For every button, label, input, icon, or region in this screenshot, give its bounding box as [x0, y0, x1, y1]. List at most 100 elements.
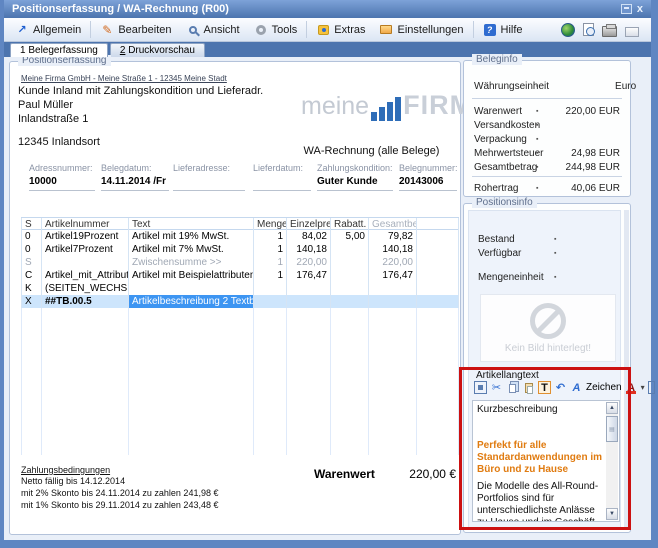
payment-heading: Zahlungsbedingungen: [21, 465, 218, 475]
payment-line: mit 1% Skonto bis 29.11.2014 zu zahlen 2…: [21, 499, 218, 511]
restore-icon[interactable]: [621, 4, 632, 14]
no-image-text: Kein Bild hinterlegt!: [481, 343, 615, 354]
menu-label-tools: Tools: [272, 24, 298, 36]
text-block-icon[interactable]: T: [538, 381, 551, 394]
field-belegnummer[interactable]: Belegnummer: 20143006: [399, 163, 457, 191]
table-row[interactable]: CArtikel_mit_AttributenArtikel mit Beisp…: [21, 269, 459, 282]
groupbox-label: Positionsinfo: [472, 197, 537, 208]
beleginfo-groupbox: Beleginfo Währungseinheit ▪ Euro Warenwe…: [463, 60, 631, 197]
close-icon[interactable]: x: [637, 4, 643, 14]
folder-icon: [379, 23, 393, 36]
menu-ansicht[interactable]: Ansicht: [179, 21, 247, 38]
cut-icon[interactable]: ✂: [490, 381, 503, 394]
field-lieferadresse[interactable]: Lieferadresse:: [173, 163, 245, 191]
globe-icon[interactable]: [561, 23, 575, 37]
mail-icon[interactable]: [625, 27, 639, 37]
arrow-up-right-icon: ↗: [15, 23, 29, 36]
selected-cell: Artikelbeschreibung 2 Textbaustein: [129, 295, 254, 308]
menu-divider: [90, 21, 91, 38]
article-image-placeholder: Kein Bild hinterlegt!: [480, 294, 616, 362]
field-belegdatum[interactable]: Belegdatum: 14.11.2014 /Fr: [101, 163, 169, 191]
address-line: Kunde Inland mit Zahlungskondition und L…: [18, 84, 263, 98]
tab-belegerfassung[interactable]: 1 Belegerfassung: [10, 43, 108, 57]
table-header-row: S Artikelnummer Text Menge Einzelpreis R…: [21, 217, 459, 230]
field-adressnummer[interactable]: Adressnummer: 10000: [29, 163, 95, 191]
table-empty-area: [21, 308, 459, 455]
scroll-down-button[interactable]: ▼: [606, 508, 618, 520]
gear-icon: [254, 23, 268, 36]
beleginfo-row-rohertrag: Rohertrag▪ 40,06 EUR: [474, 183, 620, 194]
payment-line: Netto fällig bis 14.12.2014: [21, 475, 218, 487]
positionsinfo-row: Verfügbar ▪: [478, 248, 616, 259]
langtext-paragraph: Kurzbeschreibung: [477, 404, 603, 416]
font-color-icon[interactable]: A: [625, 381, 638, 394]
menu-divider: [306, 21, 307, 38]
menu-bearbeiten[interactable]: ✎ Bearbeiten: [93, 21, 178, 38]
chevron-down-icon[interactable]: ▾: [641, 383, 645, 392]
sender-line: Meine Firma GmbH - Meine Straße 1 - 1234…: [21, 74, 227, 83]
menu-hilfe[interactable]: ? Hilfe: [476, 21, 530, 38]
menu-einstellungen[interactable]: Einstellungen: [372, 21, 470, 38]
bullet-icon: ▪: [536, 136, 538, 143]
menu-label-allgemein: Allgemein: [33, 24, 81, 36]
table-row[interactable]: 0Artikel19ProzentArtikel mit 19% MwSt. 1…: [21, 230, 459, 243]
clipped-toolbar-icon[interactable]: [648, 381, 655, 394]
bullet-icon: ▪: [554, 250, 556, 257]
beleginfo-row-currency: Währungseinheit ▪ Euro: [474, 81, 620, 92]
menu-extras[interactable]: Extras: [309, 21, 372, 38]
bullet-icon: ▪: [536, 83, 538, 90]
printer-icon[interactable]: [602, 26, 617, 37]
table-row-selected[interactable]: X##TB.00.5 Artikelbeschreibung 2 Textbau…: [21, 295, 459, 308]
langtext-scrollbar[interactable]: ▲ ▤ ▼: [606, 402, 618, 520]
langtext-paragraph: Die Modelle des All-Round-Portfolios sin…: [477, 481, 603, 522]
bar-chart-logo-icon: [371, 97, 401, 121]
menu-label-bearbeiten: Bearbeiten: [118, 24, 171, 36]
bullet-icon: ▪: [536, 185, 538, 192]
divider: [472, 98, 622, 99]
menu-divider: [473, 21, 474, 38]
menu-bar: ↗ Allgemein ✎ Bearbeiten Ansicht Tools E…: [4, 18, 651, 42]
positionsinfo-row: Mengeneinheit ▪: [478, 272, 616, 283]
scroll-up-button[interactable]: ▲: [606, 402, 618, 414]
title-bar: Positionserfassung / WA-Rechnung (R00) x: [4, 0, 651, 18]
table-row[interactable]: 0Artikel7ProzentArtikel mit 7% MwSt. 114…: [21, 243, 459, 256]
help-icon: ?: [483, 23, 497, 36]
beleginfo-row: Gesamtbetrag▪ 244,98 EUR: [474, 162, 620, 173]
langtext-label: Artikellangtext: [476, 370, 539, 381]
logo-text-prefix: meine: [301, 92, 369, 121]
font-icon[interactable]: A: [570, 381, 583, 394]
field-zahlungskondition[interactable]: Zahlungskondition: Guter Kunde: [317, 163, 393, 191]
window-title: Positionserfassung / WA-Rechnung (R00): [12, 3, 229, 15]
select-block-icon[interactable]: [474, 381, 487, 394]
undo-icon[interactable]: ↶: [554, 381, 567, 394]
beleginfo-row: Versandkosten▪: [474, 120, 620, 131]
menu-tools[interactable]: Tools: [247, 21, 305, 38]
tab-druckvorschau[interactable]: 2 Druckvorschau: [110, 43, 205, 57]
table-row-pagebreak[interactable]: K(SEITEN_WECHSEL): [21, 282, 459, 295]
magnifier-icon: [186, 23, 200, 36]
tab-strip: 1 Belegerfassung 2 Druckvorschau: [4, 42, 651, 57]
bullet-icon: ▪: [554, 274, 556, 281]
beleginfo-row: Mehrwertsteuer▪ 24,98 EUR: [474, 148, 620, 159]
bullet-icon: ▪: [554, 236, 556, 243]
copy-icon[interactable]: [506, 381, 519, 394]
zeichen-button[interactable]: Zeichen: [586, 382, 622, 393]
document-history-icon[interactable]: [583, 23, 594, 36]
paste-icon[interactable]: [522, 381, 535, 394]
table-row-subtotal[interactable]: SZwischensumme >> 1220,00 220,00: [21, 256, 459, 269]
menu-label-einstellungen: Einstellungen: [397, 24, 463, 36]
panel-scrollbar[interactable]: [624, 210, 629, 528]
document-title: WA-Rechnung (alle Belege): [284, 145, 459, 157]
langtext-paragraph-highlight: Perfekt für alle Standardanwendungen im …: [477, 440, 603, 476]
langtext-textarea[interactable]: Kurzbeschreibung Perfekt für alle Standa…: [472, 400, 620, 522]
menu-allgemein[interactable]: ↗ Allgemein: [8, 21, 88, 38]
langtext-toolbar: ✂ T ↶ A Zeichen A ▾: [474, 381, 655, 394]
scroll-thumb[interactable]: ▤: [606, 416, 618, 442]
divider: [472, 176, 622, 177]
payment-terms: Zahlungsbedingungen Netto fällig bis 14.…: [21, 465, 218, 511]
bullet-icon: ▪: [536, 164, 538, 171]
bullet-icon: ▪: [536, 122, 538, 129]
field-lieferdatum[interactable]: Lieferdatum:: [253, 163, 311, 191]
bullet-icon: ▪: [536, 150, 538, 157]
bullet-icon: ▪: [536, 108, 538, 115]
